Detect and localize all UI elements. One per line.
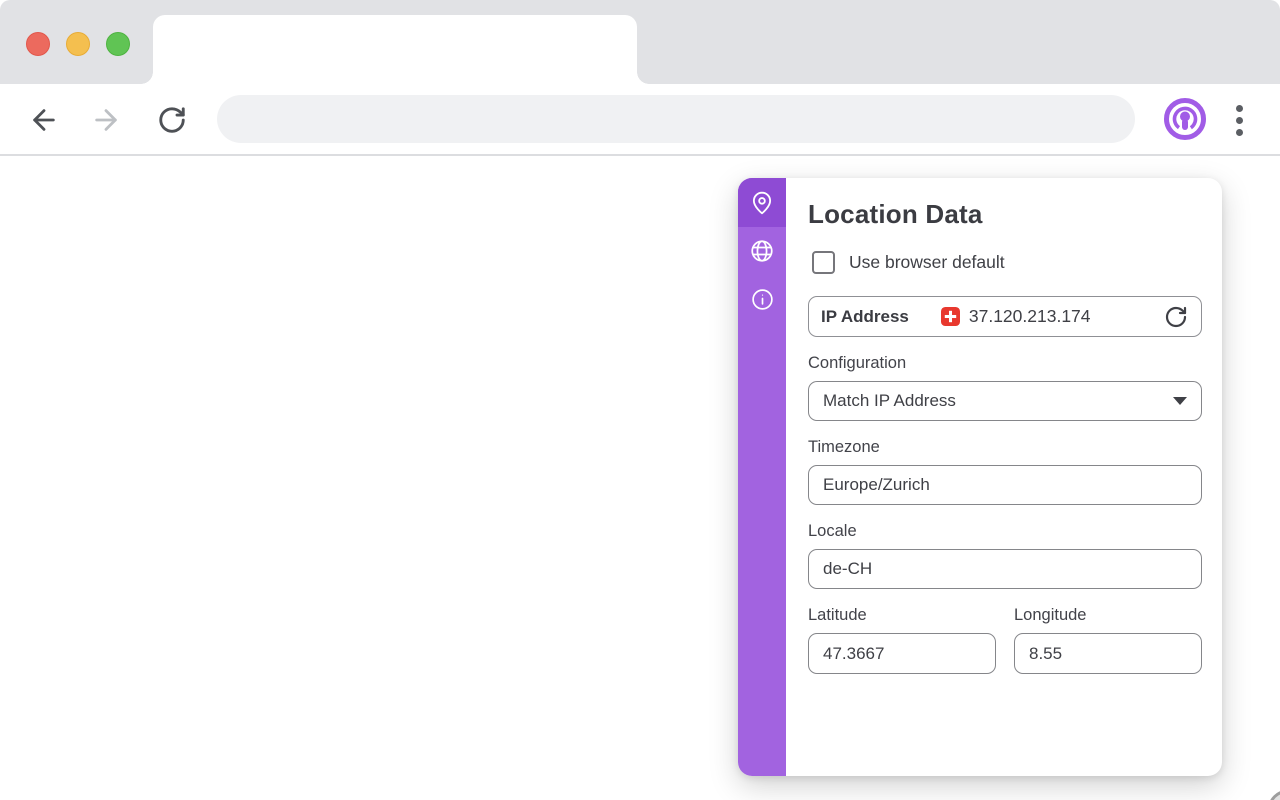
use-browser-default-row: Use browser default (808, 249, 1202, 275)
configuration-group: Configuration Match IP Address (808, 354, 1202, 421)
timezone-group: Timezone (808, 438, 1202, 505)
vytal-keyhole-icon (1163, 97, 1207, 141)
switzerland-flag-icon (941, 307, 960, 326)
extension-button[interactable] (1163, 97, 1207, 141)
sidebar-item-browser[interactable] (738, 227, 786, 275)
address-bar-input[interactable] (217, 95, 1135, 143)
browser-toolbar (0, 84, 1280, 156)
chevron-down-icon (1173, 397, 1187, 405)
reload-icon (157, 105, 187, 135)
longitude-group: Longitude (1014, 606, 1202, 674)
coordinates-row: Latitude Longitude (808, 606, 1202, 674)
maximize-window-button[interactable] (106, 32, 130, 56)
location-pin-icon (749, 190, 775, 216)
popup-content: Location Data Use browser default IP Add… (786, 178, 1222, 776)
tab-strip (0, 0, 1280, 84)
refresh-ip-button[interactable] (1161, 302, 1191, 332)
sidebar-item-info[interactable] (738, 275, 786, 323)
browser-tab[interactable] (153, 15, 637, 84)
corner-artifact (1268, 790, 1280, 800)
refresh-icon (1164, 305, 1188, 329)
kebab-menu-icon (1236, 105, 1243, 112)
timezone-label: Timezone (808, 438, 1202, 456)
configuration-label: Configuration (808, 354, 1202, 372)
arrow-right-icon (90, 104, 122, 136)
configuration-selected-value: Match IP Address (823, 391, 956, 411)
latitude-group: Latitude (808, 606, 996, 674)
use-browser-default-label: Use browser default (849, 252, 1005, 273)
browser-menu-button[interactable] (1225, 100, 1253, 140)
close-window-button[interactable] (26, 32, 50, 56)
extension-popup: Location Data Use browser default IP Add… (738, 178, 1222, 776)
forward-button[interactable] (88, 102, 124, 138)
info-icon (750, 287, 775, 312)
locale-input[interactable] (808, 549, 1202, 589)
ip-address-label: IP Address (821, 307, 909, 327)
longitude-input[interactable] (1014, 633, 1202, 674)
use-browser-default-checkbox[interactable] (812, 251, 835, 274)
configuration-select[interactable]: Match IP Address (808, 381, 1202, 421)
ip-address-value: 37.120.213.174 (969, 306, 1091, 327)
browser-window: Location Data Use browser default IP Add… (0, 0, 1280, 800)
window-controls (26, 32, 130, 56)
popup-title: Location Data (808, 198, 1202, 230)
sidebar-item-location[interactable] (738, 178, 786, 227)
globe-icon (749, 238, 775, 264)
latitude-input[interactable] (808, 633, 996, 674)
ip-address-box: IP Address 37.120.213.174 (808, 296, 1202, 337)
timezone-input[interactable] (808, 465, 1202, 505)
locale-group: Locale (808, 522, 1202, 589)
popup-sidebar (738, 178, 786, 776)
arrow-left-icon (28, 104, 60, 136)
latitude-label: Latitude (808, 606, 996, 624)
reload-button[interactable] (154, 102, 190, 138)
tab-title (153, 41, 171, 57)
back-button[interactable] (26, 102, 62, 138)
longitude-label: Longitude (1014, 606, 1202, 624)
minimize-window-button[interactable] (66, 32, 90, 56)
locale-label: Locale (808, 522, 1202, 540)
